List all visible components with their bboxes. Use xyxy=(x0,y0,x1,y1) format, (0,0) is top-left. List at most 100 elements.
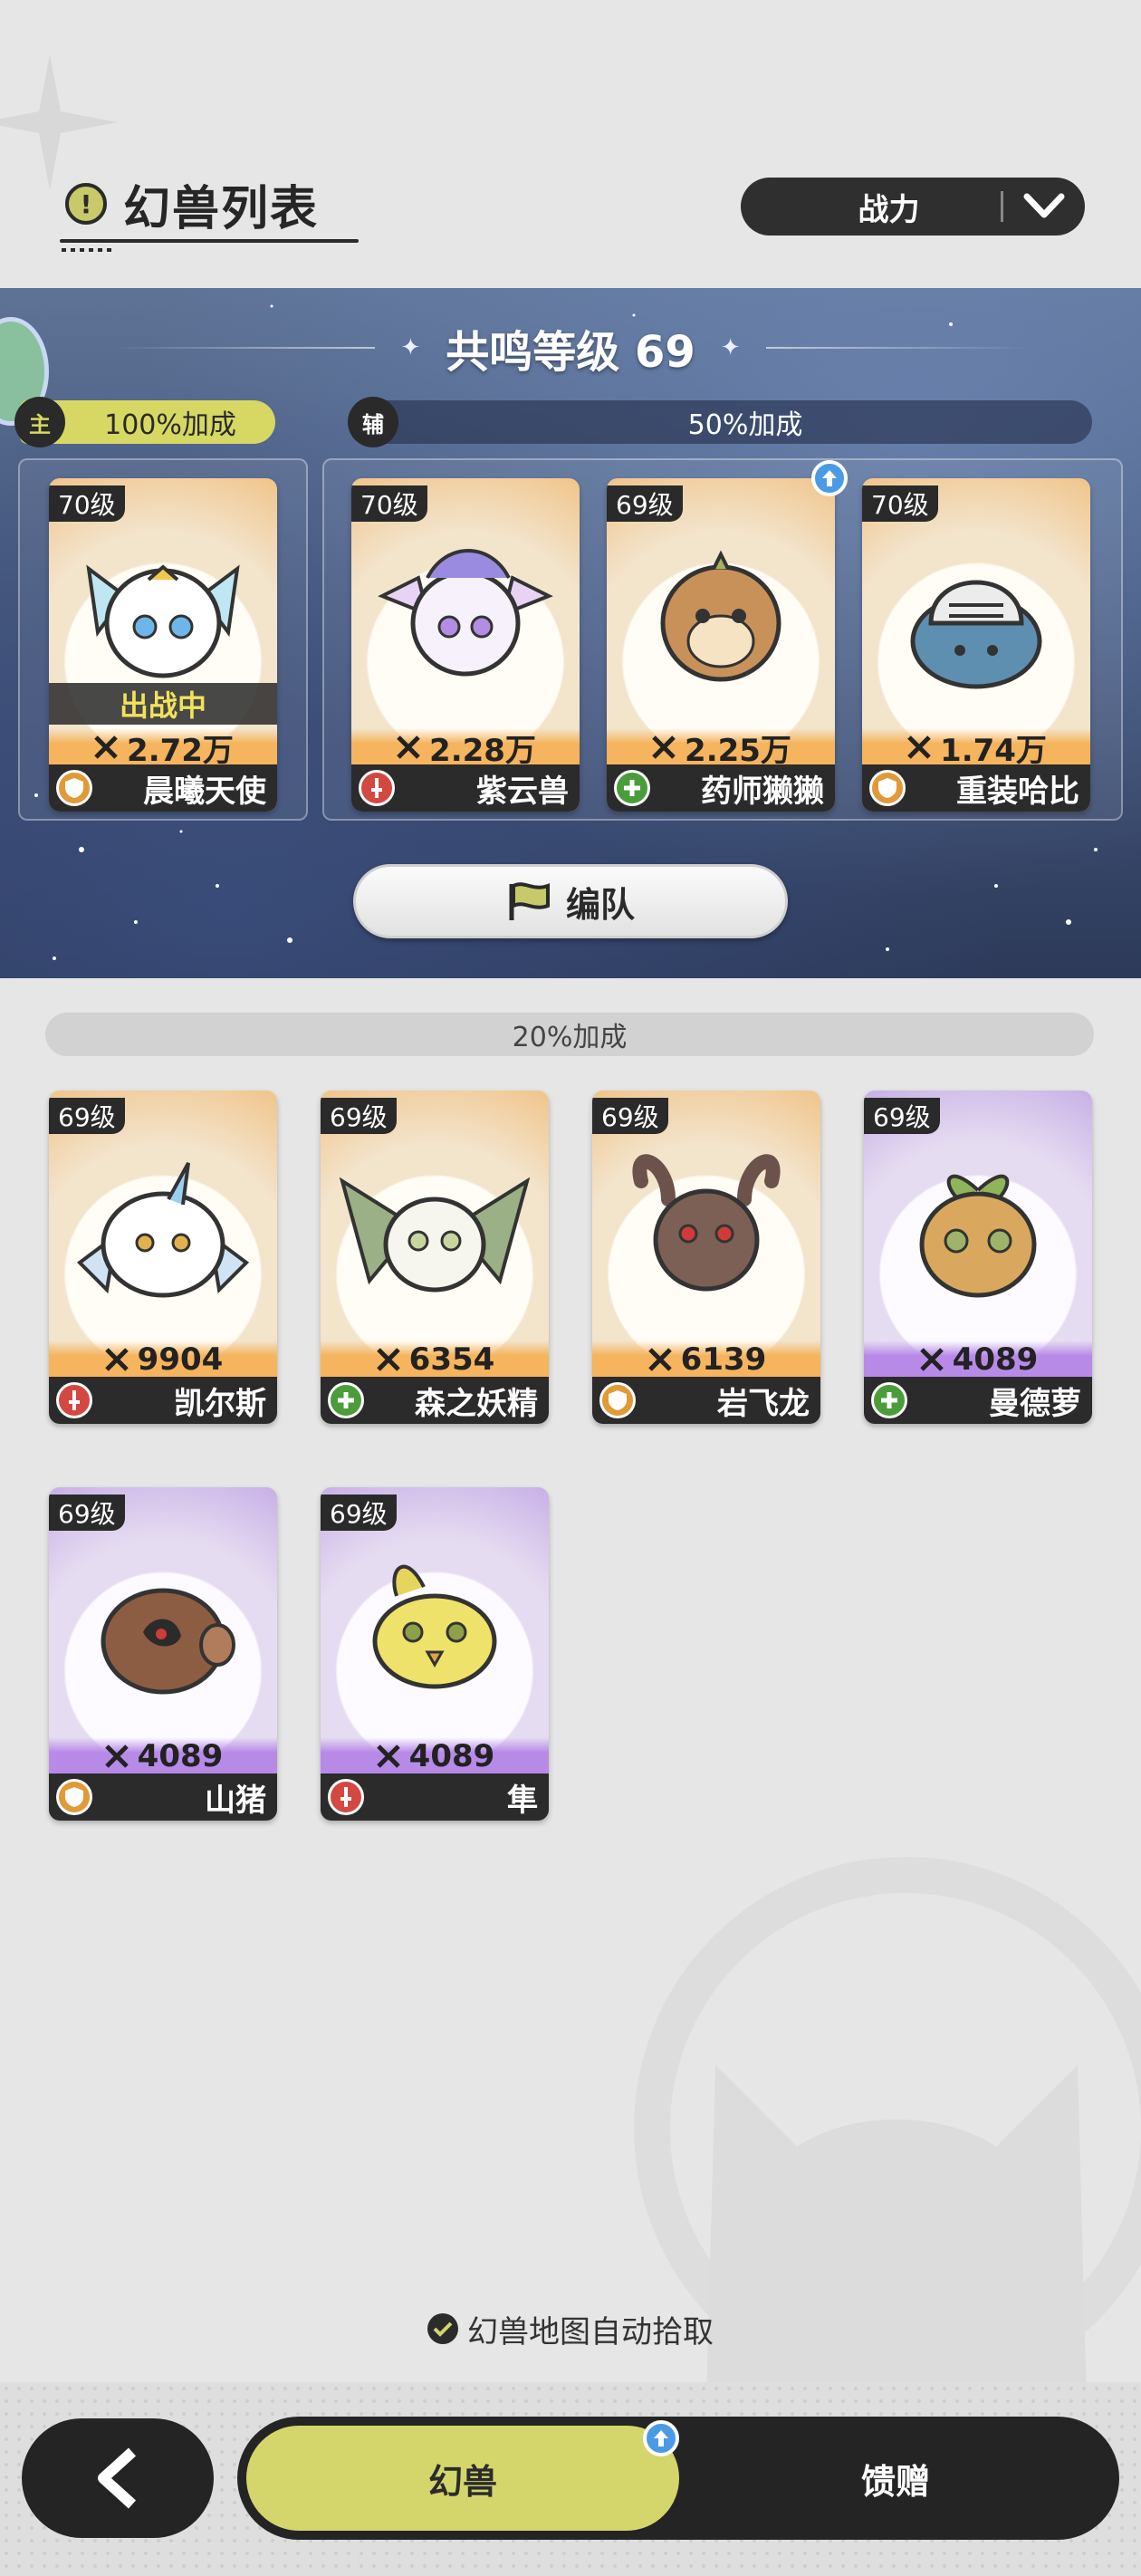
divider-line xyxy=(112,347,376,349)
shield-role-icon xyxy=(56,1779,92,1815)
power-text: 1.74万 xyxy=(940,732,1047,769)
sword-role-icon xyxy=(328,1779,364,1815)
auto-pickup-label: 幻兽地图自动拾取 xyxy=(467,2313,714,2350)
card-level: 69级 xyxy=(592,1098,668,1134)
title-underline xyxy=(60,239,359,243)
power-text: 2.25万 xyxy=(685,732,791,769)
resonance-level: ✦ 共鸣等级 69 ✦ xyxy=(0,321,1141,378)
card-level: 69级 xyxy=(321,1098,397,1134)
crossed-swords-icon xyxy=(376,1745,400,1768)
team-panel: ✦ 共鸣等级 69 ✦ 主 100%加成 辅 50%加成 70级 出战中 2.7… xyxy=(0,288,1141,978)
purple-beast-icon xyxy=(378,549,553,677)
page-title-text: 幻兽列表 xyxy=(123,181,320,236)
forest-fairy-icon xyxy=(339,1177,531,1293)
power-text: 2.72万 xyxy=(127,732,234,769)
power-value: 1.74万 xyxy=(862,728,1090,769)
tab-creatures[interactable]: 幻兽 xyxy=(243,2422,683,2534)
auto-pickup-toggle[interactable]: 幻兽地图自动拾取 xyxy=(0,2306,1141,2351)
armored-creature-icon xyxy=(910,580,1042,689)
crossed-swords-icon xyxy=(397,735,420,759)
crossed-swords-icon xyxy=(94,735,118,759)
divider-line xyxy=(765,347,1029,349)
bench-card-1[interactable]: 69级 9904 凯尔斯 xyxy=(49,1091,277,1424)
sparkle-icon: ✦ xyxy=(720,334,741,361)
power-text: 4089 xyxy=(137,1738,224,1774)
chevron-down-icon[interactable] xyxy=(1003,193,1085,220)
card-level: 69级 xyxy=(49,1495,125,1531)
star-ornament-icon xyxy=(0,54,118,190)
resonance-label: 共鸣等级 69 xyxy=(446,327,695,378)
crossed-swords-icon xyxy=(907,735,931,759)
rock-dragon-icon xyxy=(632,1154,781,1292)
crossed-swords-icon xyxy=(919,1348,944,1371)
shield-role-icon xyxy=(869,770,906,806)
deploy-status: 出战中 xyxy=(49,683,277,725)
card-level: 69级 xyxy=(864,1098,940,1134)
sword-role-icon xyxy=(359,770,395,806)
power-text: 4089 xyxy=(408,1738,495,1774)
crossed-swords-icon xyxy=(376,1348,400,1371)
team-card-2[interactable]: 70级 2.28万 紫云兽 xyxy=(351,478,580,812)
tab-gifts[interactable]: 馈赠 xyxy=(683,2422,1108,2534)
bench-card-4[interactable]: 69级 4089 曼德萝 xyxy=(864,1091,1092,1424)
title-dots xyxy=(62,248,112,252)
bench-card-2[interactable]: 69级 6354 森之妖精 xyxy=(321,1091,549,1424)
main-bonus-bar: 主 100%加成 xyxy=(14,397,275,447)
power-value: 4089 xyxy=(321,1737,549,1775)
page-title: ! 幻兽列表 xyxy=(65,172,320,236)
crossed-swords-icon xyxy=(652,735,676,759)
power-text: 6139 xyxy=(680,1341,767,1378)
card-level: 69级 xyxy=(321,1495,397,1531)
card-level: 70级 xyxy=(49,485,125,522)
power-text: 6354 xyxy=(408,1341,495,1378)
crossed-swords-icon xyxy=(647,1348,672,1371)
crossed-swords-icon xyxy=(104,1348,129,1371)
power-value: 9904 xyxy=(49,1341,277,1379)
power-value: 2.28万 xyxy=(351,728,580,769)
back-arrow-icon xyxy=(98,2447,137,2509)
main-tag: 主 xyxy=(14,397,65,447)
card-level: 70级 xyxy=(862,485,938,522)
support-tag: 辅 xyxy=(348,397,398,447)
power-text: 4089 xyxy=(952,1341,1039,1378)
falcon-chick-icon xyxy=(372,1564,497,1689)
main-bonus-label: 100%加成 xyxy=(104,409,236,441)
card-level: 69级 xyxy=(607,485,683,522)
team-card-4[interactable]: 70级 1.74万 重装哈比 xyxy=(862,478,1090,812)
sparkle-icon: ✦ xyxy=(400,334,421,361)
power-text: 9904 xyxy=(137,1341,224,1378)
power-value: 2.25万 xyxy=(607,728,835,769)
bench-card-3[interactable]: 69级 6139 岩飞龙 xyxy=(592,1091,820,1424)
card-level: 69级 xyxy=(49,1098,125,1134)
power-text: 2.28万 xyxy=(429,732,536,769)
power-value: 6354 xyxy=(321,1341,549,1379)
plus-role-icon xyxy=(614,770,650,806)
formation-label: 编队 xyxy=(565,884,635,925)
bench-card-6[interactable]: 69级 4089 隼 xyxy=(321,1487,549,1821)
upgrade-arrow-icon xyxy=(811,460,848,496)
bench-bonus-bar: 20%加成 xyxy=(45,1013,1094,1056)
shield-role-icon xyxy=(56,770,92,806)
sword-role-icon xyxy=(56,1382,92,1418)
bench-card-5[interactable]: 69级 4089 山猪 xyxy=(49,1487,277,1821)
power-value: 4089 xyxy=(864,1341,1092,1379)
team-card-1[interactable]: 70级 出战中 2.72万 晨曦天使 xyxy=(49,478,277,812)
formation-button[interactable]: 编队 xyxy=(353,864,788,938)
mandrake-icon xyxy=(919,1174,1037,1298)
support-bonus-bar: 辅 50%加成 xyxy=(348,397,1092,447)
white-unicorn-icon xyxy=(76,1162,250,1298)
support-bonus-label: 50%加成 xyxy=(687,409,803,441)
flag-icon xyxy=(509,882,550,920)
exclamation-icon[interactable]: ! xyxy=(65,183,107,225)
plus-role-icon xyxy=(328,1382,364,1418)
upgrade-arrow-icon xyxy=(643,2420,679,2456)
power-value: 2.72万 xyxy=(49,728,277,769)
team-card-3[interactable]: 69级 2.25万 药师獭獭 xyxy=(607,478,835,812)
power-value: 6139 xyxy=(592,1341,820,1379)
card-level: 70级 xyxy=(351,485,427,522)
check-icon[interactable] xyxy=(427,2313,458,2344)
back-button[interactable] xyxy=(22,2418,214,2538)
shield-role-icon xyxy=(599,1382,636,1418)
boar-icon xyxy=(101,1588,235,1695)
sort-dropdown[interactable]: 战力 xyxy=(741,178,1085,235)
